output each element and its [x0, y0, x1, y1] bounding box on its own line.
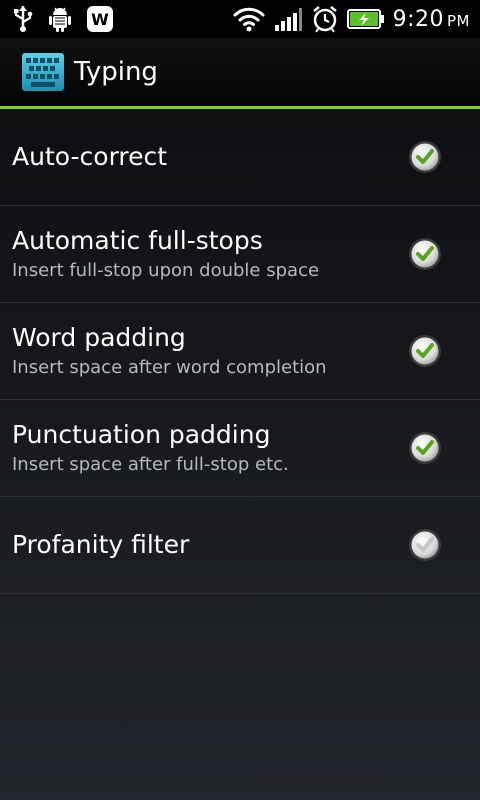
setting-text: Word padding Insert space after word com…: [12, 322, 327, 380]
profanity-filter-checkbox[interactable]: [408, 528, 442, 562]
status-bar: W 9:20 PM: [0, 0, 480, 38]
notification-icons: W: [0, 5, 114, 33]
app-w-icon: W: [86, 5, 114, 33]
setting-text: Automatic full-stops Insert full-stop up…: [12, 225, 319, 283]
setting-word-padding[interactable]: Word padding Insert space after word com…: [0, 303, 480, 400]
setting-label: Punctuation padding: [12, 420, 271, 449]
signal-icon: [273, 6, 303, 32]
setting-text: Auto-correct: [12, 141, 167, 173]
setting-label: Automatic full-stops: [12, 226, 263, 255]
keyboard-icon: [21, 50, 65, 94]
setting-auto-correct[interactable]: Auto-correct: [0, 109, 480, 206]
automatic-full-stops-checkbox[interactable]: [408, 237, 442, 271]
wifi-icon: [233, 6, 265, 32]
setting-profanity-filter[interactable]: Profanity filter: [0, 497, 480, 594]
page-title: Typing: [74, 57, 158, 87]
battery-charging-icon: [346, 8, 385, 30]
clock-time: 9:20: [392, 6, 444, 32]
setting-text: Punctuation padding Insert space after f…: [12, 419, 289, 477]
setting-automatic-full-stops[interactable]: Automatic full-stops Insert full-stop up…: [0, 206, 480, 303]
setting-label: Word padding: [12, 323, 186, 352]
screen: W 9:20 PM Typing Auto-correct Automatic …: [0, 0, 480, 800]
word-padding-checkbox[interactable]: [408, 334, 442, 368]
setting-label: Profanity filter: [12, 530, 190, 559]
usb-icon: [12, 5, 34, 33]
setting-text: Profanity filter: [12, 529, 189, 561]
setting-summary: Insert full-stop upon double space: [12, 260, 320, 281]
settings-list: Auto-correct Automatic full-stops Insert…: [0, 109, 480, 594]
setting-summary: Insert space after full-stop etc.: [12, 454, 289, 475]
status-clock: 9:20 PM: [393, 7, 470, 32]
auto-correct-checkbox[interactable]: [408, 140, 442, 174]
alarm-icon: [311, 5, 339, 33]
title-bar: Typing: [0, 38, 480, 106]
punctuation-padding-checkbox[interactable]: [408, 431, 442, 465]
clock-ampm: PM: [447, 11, 470, 30]
setting-summary: Insert space after word completion: [12, 357, 327, 378]
app-w-letter: W: [91, 10, 109, 29]
setting-punctuation-padding[interactable]: Punctuation padding Insert space after f…: [0, 400, 480, 497]
setting-label: Auto-correct: [12, 142, 168, 171]
system-icons: 9:20 PM: [233, 0, 470, 38]
android-debug-icon: [48, 5, 72, 33]
